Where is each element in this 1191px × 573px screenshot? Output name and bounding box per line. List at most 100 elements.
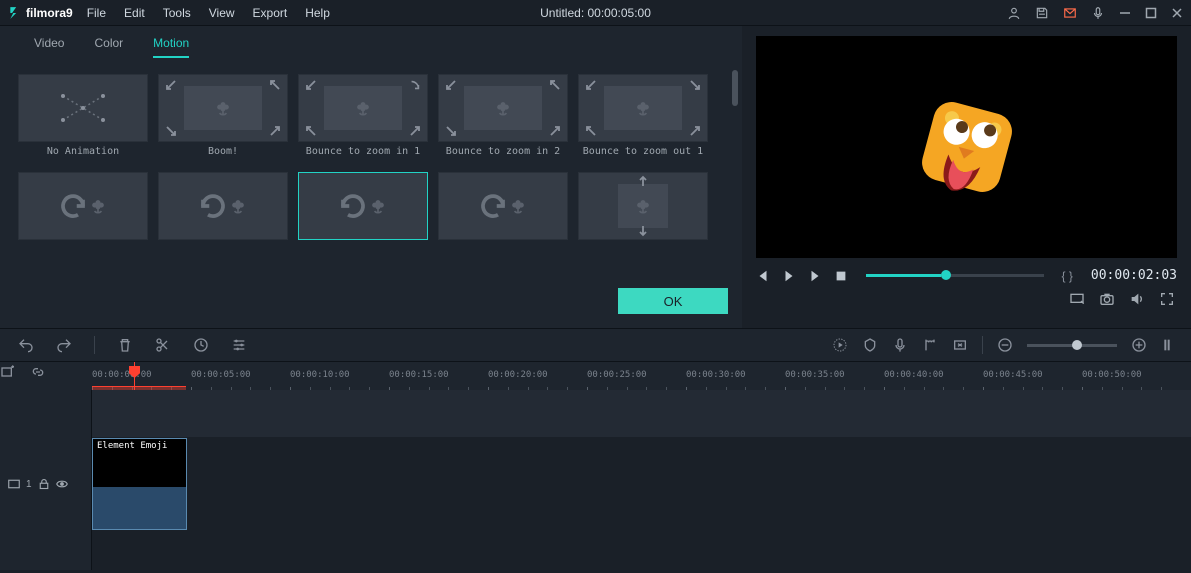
clip-label: Element Emoji (97, 441, 167, 451)
titlebar: filmora9 File Edit Tools View Export Hel… (0, 0, 1191, 26)
tab-video[interactable]: Video (34, 36, 64, 58)
video-track-1-head[interactable]: 1 (0, 438, 92, 530)
project-title: Untitled: 00:00:05:00 (540, 6, 651, 20)
lock-icon[interactable] (38, 478, 50, 490)
ruler-tick: 00:00:05:00 (191, 370, 251, 380)
menu-help[interactable]: Help (305, 6, 330, 20)
stop-button[interactable] (834, 269, 848, 283)
speed-button[interactable] (193, 337, 209, 353)
split-button[interactable] (155, 337, 171, 353)
crop-icon[interactable] (952, 337, 968, 353)
close-button[interactable] (1171, 7, 1183, 19)
track-footer-body[interactable] (92, 530, 1191, 570)
snapshot-icon[interactable] (1099, 291, 1115, 307)
ok-button[interactable]: OK (618, 288, 728, 314)
maximize-button[interactable] (1145, 7, 1157, 19)
divider (982, 336, 983, 354)
track-index: 1 (26, 479, 32, 490)
menu-tools[interactable]: Tools (163, 6, 191, 20)
zoom-in-button[interactable] (1131, 337, 1147, 353)
main-area: Video Color Motion No Animation Boom! Boun… (0, 26, 1191, 328)
clip-element-emoji[interactable]: Element Emoji (92, 438, 187, 530)
preset-thumb (158, 172, 288, 240)
effect-tabs: Video Color Motion (0, 26, 742, 64)
fullscreen-icon[interactable] (1159, 291, 1175, 307)
preset-scrollbar[interactable] (732, 70, 738, 106)
video-track-1-body[interactable]: Element Emoji (92, 438, 1191, 530)
next-frame-button[interactable] (782, 269, 796, 283)
motion-preset-3[interactable]: Bounce to zoom in 2 (438, 74, 568, 162)
audio-mixer-icon[interactable] (922, 337, 938, 353)
motion-preset-6[interactable] (158, 172, 288, 260)
menu-edit[interactable]: Edit (124, 6, 145, 20)
playhead[interactable] (134, 362, 135, 390)
preset-thumb (298, 74, 428, 142)
timeline-toolbar (0, 328, 1191, 362)
ruler-tick: 00:00:15:00 (389, 370, 449, 380)
eye-icon[interactable] (56, 478, 68, 490)
ruler-tick: 00:00:45:00 (983, 370, 1043, 380)
track-spacer-body[interactable] (92, 390, 1191, 438)
divider (94, 336, 95, 354)
tab-motion[interactable]: Motion (153, 36, 189, 58)
preset-label: Bounce to zoom in 1 (306, 146, 420, 157)
motion-preset-9[interactable] (578, 172, 708, 260)
ruler-tick: 00:00:40:00 (884, 370, 944, 380)
motion-preset-5[interactable] (18, 172, 148, 260)
emoji-preview (907, 87, 1027, 207)
motion-preset-2[interactable]: Bounce to zoom in 1 (298, 74, 428, 162)
zoom-slider[interactable] (1027, 344, 1117, 347)
ruler-tick: 00:00:30:00 (686, 370, 746, 380)
ruler-tick: 00:00:00:00 (92, 370, 152, 380)
app-name: filmora9 (26, 6, 73, 20)
account-icon[interactable] (1007, 6, 1021, 20)
filmora-logo-icon (8, 6, 22, 20)
redo-button[interactable] (56, 337, 72, 353)
menu-file[interactable]: File (87, 6, 106, 20)
motion-preset-1[interactable]: Boom! (158, 74, 288, 162)
zoom-out-button[interactable] (997, 337, 1013, 353)
ruler-tick: 00:00:25:00 (587, 370, 647, 380)
main-menu: File Edit Tools View Export Help (87, 6, 330, 20)
preview-quality-icon[interactable] (1069, 291, 1085, 307)
link-icon[interactable] (30, 364, 46, 380)
minimize-button[interactable] (1119, 7, 1131, 19)
mark-in-out-icon[interactable]: { } (1062, 269, 1073, 283)
playback-progress[interactable] (866, 274, 1044, 277)
motion-presets: No Animation Boom! Bounce to zoom in 1 Boun… (0, 64, 742, 264)
marker-icon[interactable] (862, 337, 878, 353)
prev-frame-button[interactable] (756, 269, 770, 283)
volume-icon[interactable] (1129, 291, 1145, 307)
adjust-button[interactable] (231, 337, 247, 353)
save-icon[interactable] (1035, 6, 1049, 20)
timeline-options-icon[interactable] (1161, 337, 1173, 353)
motion-preset-7[interactable] (298, 172, 428, 260)
motion-preset-8[interactable] (438, 172, 568, 260)
menu-view[interactable]: View (209, 6, 235, 20)
ruler-tick: 00:00:50:00 (1082, 370, 1142, 380)
preview-panel: { } 00:00:02:03 (742, 26, 1191, 328)
mic-icon[interactable] (1091, 6, 1105, 20)
message-icon[interactable] (1063, 6, 1077, 20)
preset-label: Boom! (208, 146, 238, 157)
zoom-slider-thumb[interactable] (1072, 340, 1082, 350)
delete-button[interactable] (117, 337, 133, 353)
preset-thumb (578, 74, 708, 142)
tab-color[interactable]: Color (94, 36, 123, 58)
render-preview-icon[interactable] (832, 337, 848, 353)
progress-thumb[interactable] (941, 270, 951, 280)
motion-preset-0[interactable]: No Animation (18, 74, 148, 162)
timeline-ruler-row: 00:00:00:0000:00:05:0000:00:10:0000:00:1… (0, 362, 1191, 390)
progress-fill (866, 274, 941, 277)
add-track-icon[interactable] (0, 364, 16, 380)
voiceover-icon[interactable] (892, 337, 908, 353)
preview-video[interactable] (756, 36, 1177, 258)
motion-preset-4[interactable]: Bounce to zoom out 1 (578, 74, 708, 162)
undo-button[interactable] (18, 337, 34, 353)
preset-thumb (158, 74, 288, 142)
timeline-ruler[interactable]: 00:00:00:0000:00:05:0000:00:10:0000:00:1… (92, 362, 1191, 390)
play-button[interactable] (808, 269, 822, 283)
preset-thumb (578, 172, 708, 240)
preset-label: Bounce to zoom out 1 (583, 146, 703, 157)
menu-export[interactable]: Export (253, 6, 288, 20)
